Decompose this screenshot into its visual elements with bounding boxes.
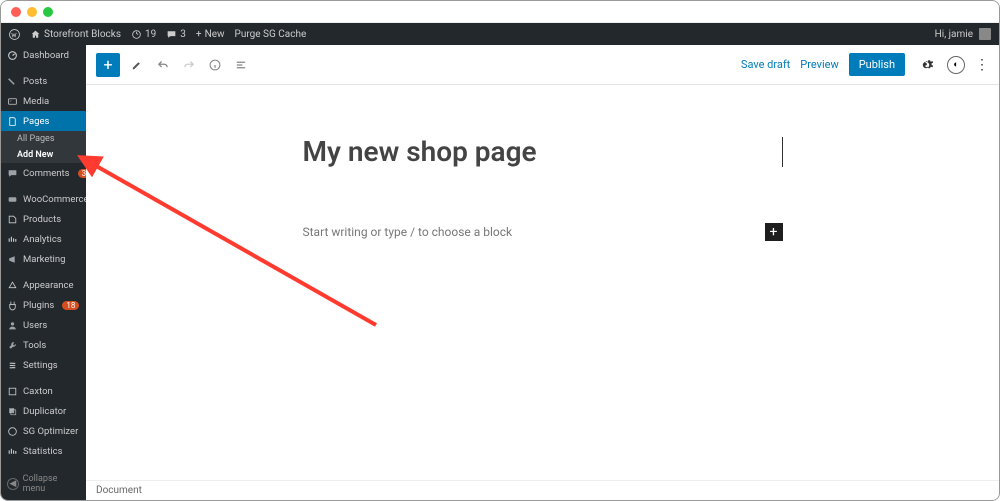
jetpack-icon[interactable]: ◐ [947,56,965,74]
updates-link[interactable]: 19 [131,29,156,40]
sidebar-item-woocommerce[interactable]: WooCommerce [1,189,86,209]
sidebar-item-media[interactable]: Media [1,91,86,111]
sidebar-item-settings[interactable]: Settings [1,355,86,375]
settings-icon[interactable] [915,54,937,76]
sidebar-item-appearance[interactable]: Appearance [1,275,86,295]
sidebar-item-label: Duplicator [23,406,66,417]
window-minimize[interactable] [27,7,37,17]
comments-count: 3 [180,29,186,40]
window-close[interactable] [11,7,21,17]
redo-icon[interactable] [180,56,198,74]
sidebar-item-caxton[interactable]: Caxton [1,381,86,401]
sidebar-item-label: SG Optimizer [23,426,78,437]
sidebar-item-duplicator[interactable]: Duplicator [1,401,86,421]
sidebar-item-label: Comments [23,168,70,179]
sidebar-item-products[interactable]: Products [1,209,86,229]
new-label: New [205,29,225,40]
sidebar-item-plugins[interactable]: Plugins 18 [1,295,86,315]
sidebar-item-statistics[interactable]: Statistics [1,441,86,461]
block-placeholder[interactable]: Start writing or type / to choose a bloc… [303,225,513,239]
sidebar-item-label: Dashboard [23,50,69,61]
plus-icon: + [196,29,202,40]
document-tab[interactable]: Document [86,480,999,500]
sidebar-item-label: Tools [23,340,46,351]
sidebar-item-label: Settings [23,360,58,371]
purge-label: Purge SG Cache [235,29,307,40]
sidebar-item-label: Marketing [23,254,65,265]
site-name: Storefront Blocks [44,29,121,40]
more-menu-icon[interactable]: ⋮ [975,57,989,73]
sidebar-item-dashboard[interactable]: Dashboard [1,45,86,65]
sidebar-item-label: Pages [23,116,49,127]
plugins-badge: 18 [62,301,79,310]
sidebar-item-label: Statistics [23,446,63,457]
sidebar-item-comments[interactable]: Comments3 [1,163,86,183]
sidebar-sub-add-new[interactable]: Add New [1,147,86,163]
sidebar-item-users[interactable]: Users [1,315,86,335]
new-link[interactable]: + New [196,29,225,40]
text-cursor [782,137,783,167]
window-maximize[interactable] [43,7,53,17]
page-title-input[interactable]: My new shop page [303,135,781,168]
outline-icon[interactable] [232,56,250,74]
preview-button[interactable]: Preview [800,58,838,71]
sidebar-item-tools[interactable]: Tools [1,335,86,355]
sidebar-item-label: Appearance [23,280,74,291]
purge-cache[interactable]: Purge SG Cache [235,29,307,40]
info-icon[interactable] [206,56,224,74]
sidebar-item-label: Analytics [23,234,62,245]
collapse-icon: ◀ [7,478,19,490]
undo-icon[interactable] [154,56,172,74]
sidebar-item-analytics[interactable]: Analytics [1,229,86,249]
add-block-button[interactable]: + [96,53,120,77]
collapse-label: Collapse menu [23,474,80,494]
collapse-menu[interactable]: ◀ Collapse menu [1,468,86,500]
sidebar-item-label: Products [23,214,61,225]
sidebar-item-label: Caxton [23,386,53,397]
sidebar-sub-all-pages[interactable]: All Pages [1,131,86,147]
inline-add-block-button[interactable]: + [765,223,783,241]
greeting-text: Hi, jamie [935,29,973,40]
avatar [979,28,991,40]
site-link[interactable]: Storefront Blocks [30,29,121,40]
sidebar-item-label: Media [23,96,49,107]
sidebar-item-sg[interactable]: SG Optimizer [1,421,86,441]
updates-count: 19 [145,29,156,40]
comments-link[interactable]: 3 [166,29,186,40]
save-draft-button[interactable]: Save draft [741,58,790,71]
publish-button[interactable]: Publish [849,53,905,76]
wp-logo[interactable] [9,29,20,40]
admin-sidebar: Dashboard Posts Media Pages All Pages Ad… [1,45,86,500]
sidebar-item-label: Plugins [23,300,54,311]
user-menu[interactable]: Hi, jamie [935,28,991,40]
sidebar-item-posts[interactable]: Posts [1,71,86,91]
edit-mode-icon[interactable] [128,56,146,74]
sidebar-item-label: WooCommerce [23,194,89,205]
sidebar-item-pages[interactable]: Pages [1,111,86,131]
sidebar-item-marketing[interactable]: Marketing [1,249,86,269]
sidebar-item-label: Posts [23,76,47,87]
sidebar-item-label: Users [23,320,47,331]
